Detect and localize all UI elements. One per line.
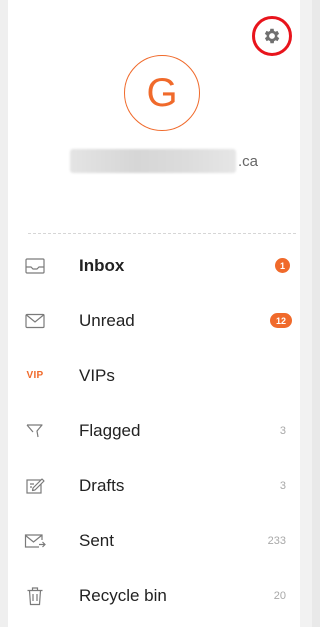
divider: [28, 233, 296, 234]
envelope-icon: [24, 310, 46, 332]
folder-list: Inbox 1 Unread 12 VIP VIPs Flagged 3 Dra…: [8, 238, 300, 623]
folder-label: VIPs: [79, 365, 115, 385]
item-count: 3: [279, 424, 286, 437]
item-count: 20: [273, 589, 286, 602]
unread-badge: 12: [270, 313, 292, 328]
folder-sent[interactable]: Sent 233: [8, 513, 300, 568]
folder-label: Unread: [79, 310, 135, 330]
email-domain: .ca: [238, 152, 259, 170]
folder-inbox[interactable]: Inbox 1: [8, 238, 300, 293]
settings-button[interactable]: [252, 16, 292, 56]
drafts-icon: [24, 475, 46, 497]
email-redacted: [70, 149, 236, 173]
trash-icon: [24, 585, 46, 607]
folder-drafts[interactable]: Drafts 3: [8, 458, 300, 513]
vip-icon: VIP: [26, 370, 44, 381]
folder-recycle-bin[interactable]: Recycle bin 20: [8, 568, 300, 623]
item-count: 3: [279, 479, 286, 492]
sent-icon: [24, 530, 46, 552]
inbox-icon: [24, 255, 46, 277]
folder-label: Flagged: [79, 420, 141, 440]
folder-vips[interactable]: VIP VIPs: [8, 348, 300, 403]
account-email[interactable]: .ca: [70, 148, 258, 174]
folder-label: Recycle bin: [79, 585, 167, 605]
flag-icon: [24, 420, 46, 442]
unread-badge: 1: [275, 258, 290, 273]
folder-flagged[interactable]: Flagged 3: [8, 403, 300, 458]
folder-unread[interactable]: Unread 12: [8, 293, 300, 348]
avatar-letter: G: [146, 70, 178, 115]
folder-label: Drafts: [79, 475, 125, 495]
folder-label: Sent: [79, 530, 114, 550]
account-avatar[interactable]: G: [124, 55, 200, 131]
navigation-drawer: G .ca Inbox 1 Unread 12 VIP VIPs Flagged…: [8, 0, 300, 627]
item-count: 233: [267, 534, 286, 547]
background-edge-right: [312, 0, 320, 627]
background-edge-left: [0, 0, 8, 627]
gear-icon: [264, 28, 280, 44]
folder-label: Inbox: [79, 255, 125, 275]
